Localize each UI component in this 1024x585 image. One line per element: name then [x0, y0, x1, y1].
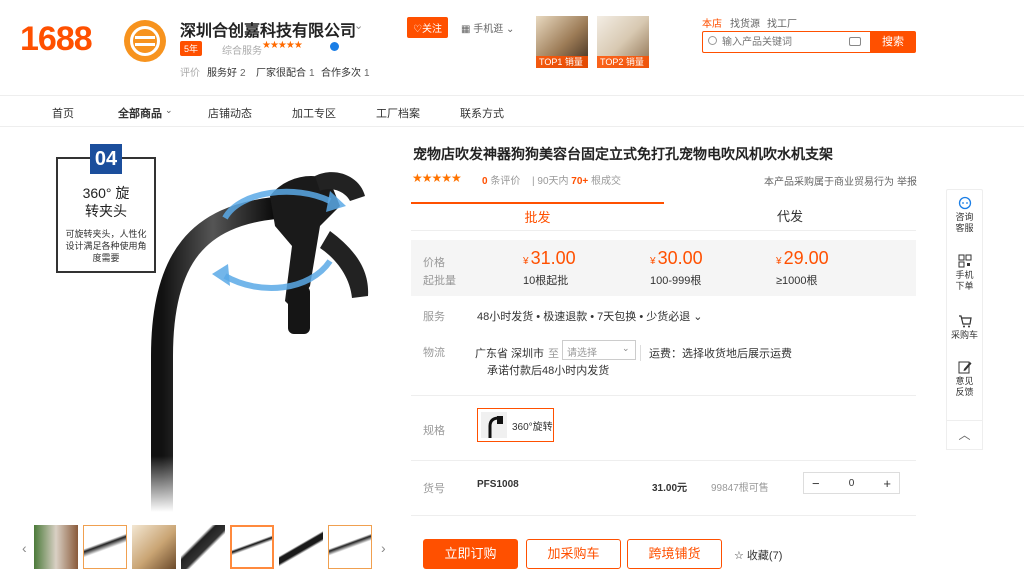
rating-label: 综合服务 — [222, 46, 262, 57]
qr-icon: ▦ — [461, 24, 471, 35]
follow-button[interactable]: ♡关注 — [407, 17, 448, 38]
years-badge: 5年 — [180, 41, 203, 56]
ship-promise: 承诺付款后48小时内发货 — [487, 365, 610, 377]
chevron-down-icon[interactable]: ⌄ — [622, 343, 630, 354]
sku-code: PFS1008 — [477, 479, 519, 490]
divider — [411, 395, 916, 396]
spec-thumb — [481, 412, 507, 438]
verified-icon — [330, 42, 339, 51]
top-product-thumb[interactable]: TOP1 销量 — [536, 16, 588, 68]
eval-tag: 厂家很配合 1 — [256, 68, 315, 79]
plus-button[interactable]: + — [883, 476, 891, 491]
chevron-left-icon[interactable]: ‹ — [22, 540, 27, 556]
tab-dropship[interactable]: 代发 — [664, 202, 916, 231]
sku-label: 货号 — [423, 483, 445, 495]
search-button[interactable]: 搜索 — [870, 31, 916, 53]
nav-processing[interactable]: 加工专区 — [292, 105, 336, 121]
spec-option[interactable]: 360°旋转 — [477, 408, 554, 442]
chevron-right-icon[interactable]: › — [381, 540, 386, 556]
chevron-down-icon[interactable]: ⌄ — [165, 105, 173, 116]
sku-stock: 99847根可售 — [711, 483, 769, 494]
camera-icon[interactable] — [849, 37, 861, 46]
chat-icon — [958, 196, 971, 210]
product-title: 宠物店吹发神器狗狗美容台固定立式免打孔宠物电吹风机吹水机支架 — [413, 146, 833, 162]
thumbnail[interactable] — [181, 525, 225, 569]
nav-all-products[interactable]: 全部商品 — [118, 105, 162, 121]
ship-fee: 运费：选择收货地后展示运费 — [640, 345, 792, 361]
thumbnail[interactable] — [34, 525, 78, 569]
cart-icon — [958, 315, 972, 328]
qr-icon — [958, 254, 971, 268]
quantity-stepper: − 0 + — [803, 472, 900, 494]
search-tab-shop[interactable]: 本店 — [702, 15, 722, 30]
product-stars: ★★★★★ — [412, 171, 462, 185]
eval-tag: 服务好 2 — [207, 68, 246, 79]
buy-now-button[interactable]: 立即订购 — [423, 539, 518, 569]
search-tab-source[interactable]: 找货源 — [730, 15, 760, 30]
divider — [0, 95, 1024, 96]
tier-moq: ≥1000根 — [776, 275, 818, 287]
site-logo[interactable]: 1688 — [20, 20, 93, 59]
eval-label: 评价 — [180, 68, 200, 79]
thumbnail[interactable] — [279, 525, 323, 569]
chevron-down-icon[interactable]: ⌄ — [354, 19, 363, 32]
moq-label: 起批量 — [423, 275, 456, 287]
tier-price: ¥30.00 — [650, 248, 703, 268]
minus-button[interactable]: − — [812, 476, 820, 491]
chevron-up-icon: ︿ — [958, 428, 971, 442]
sidebar-item-service[interactable]: 咨询 客服 — [946, 196, 983, 234]
shop-logo[interactable] — [124, 20, 166, 62]
tier-price: ¥31.00 — [523, 248, 576, 268]
feature-title: 360° 旋 转夹头 — [82, 185, 130, 219]
nav-home[interactable]: 首页 — [52, 105, 74, 121]
nav-shop-news[interactable]: 店铺动态 — [208, 105, 252, 121]
edit-icon — [958, 361, 971, 374]
sidebar-item-feedback[interactable]: 意见 反馈 — [946, 360, 983, 398]
feature-number: 04 — [90, 144, 122, 174]
quantity-input[interactable]: 0 — [849, 478, 855, 489]
tier-price: ¥29.00 — [776, 248, 829, 268]
sidebar-item-cart[interactable]: 采购车 — [946, 314, 983, 341]
add-to-cart-button[interactable]: 加采购车 — [526, 539, 621, 569]
tab-wholesale[interactable]: 批发 — [411, 202, 664, 231]
shop-name[interactable]: 深圳合创嘉科技有限公司 — [180, 17, 356, 41]
mobile-link[interactable]: ▦ 手机逛 ⌄ — [461, 20, 514, 35]
nav-factory[interactable]: 工厂档案 — [376, 105, 420, 121]
divider — [411, 515, 916, 516]
search-icon — [708, 36, 717, 45]
report-link[interactable]: 举报 — [897, 173, 917, 188]
ship-from: 广东省 深圳市 — [475, 348, 545, 360]
sku-price: 31.00元 — [652, 483, 688, 494]
nav-contact[interactable]: 联系方式 — [460, 105, 504, 121]
rating-stars: ★★★★★ — [262, 40, 303, 51]
divider — [0, 126, 1024, 127]
sidebar-item-mobile[interactable]: 手机 下单 — [946, 254, 983, 292]
thumbnail[interactable] — [328, 525, 372, 569]
price-label: 价格 — [423, 257, 445, 269]
back-to-top-button[interactable]: ︿ — [946, 420, 983, 450]
search-input[interactable] — [722, 33, 846, 51]
ship-to: 至 — [548, 348, 559, 360]
spec-label: 规格 — [423, 425, 445, 437]
feature-desc: 可旋转夹头，人性化设计满足各种使用角度需要 — [65, 229, 147, 263]
eval-tag: 合作多次 1 — [321, 68, 370, 79]
tier-moq: 10根起批 — [523, 275, 569, 287]
thumbnail-selected[interactable] — [230, 525, 274, 569]
thumbnail[interactable] — [132, 525, 176, 569]
product-evals[interactable]: 0 条评价 — [482, 172, 520, 187]
tier-moq: 100-999根 — [650, 275, 702, 287]
trade-note: 本产品采购属于商业贸易行为 — [764, 177, 894, 188]
service-label: 服务 — [423, 311, 445, 323]
top-product-thumb[interactable]: TOP2 销量 — [597, 16, 649, 68]
divider — [411, 460, 916, 461]
product-sold: | 90天内 70+ 根成交 — [532, 176, 622, 187]
service-list[interactable]: 48小时发货 • 极速退款 • 7天包换 • 少货必退 ⌄ — [477, 308, 703, 324]
thumbnail[interactable] — [83, 525, 127, 569]
cross-border-button[interactable]: 跨境铺货 — [627, 539, 722, 569]
favorite-button[interactable]: ☆ 收藏(7) — [734, 547, 782, 563]
shipping-label: 物流 — [423, 347, 445, 359]
search-tab-factory[interactable]: 找工厂 — [767, 15, 797, 30]
